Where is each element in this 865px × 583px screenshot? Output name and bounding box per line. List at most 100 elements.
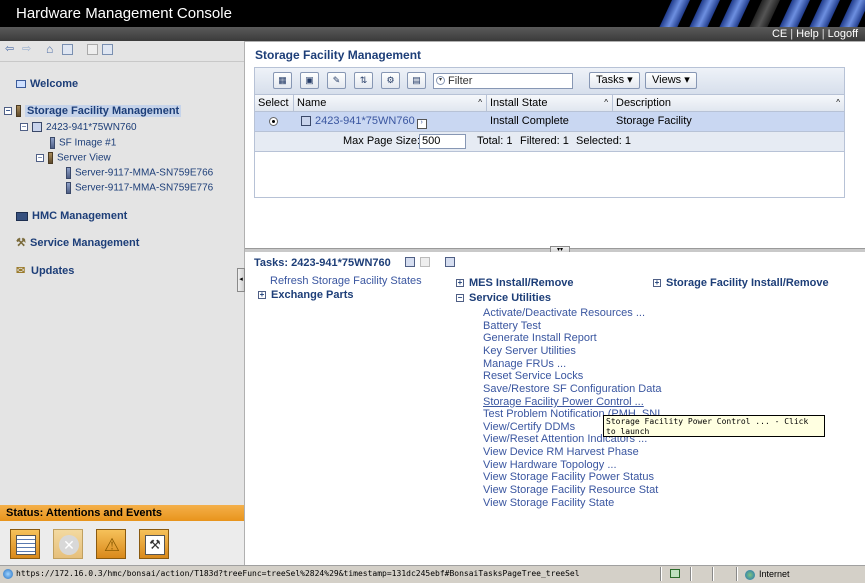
expand-icon[interactable]	[102, 44, 113, 55]
updates-icon: ✉	[16, 265, 26, 278]
expand-toggle-icon[interactable]: +	[653, 279, 661, 288]
collapse-icon[interactable]	[87, 44, 98, 55]
warning-icon[interactable]: ⚠	[96, 529, 126, 559]
selected-count: Selected: 1	[576, 135, 632, 147]
server-icon	[50, 137, 55, 149]
task-item[interactable]: View Storage Facility State	[483, 497, 614, 509]
forward-arrow-icon[interactable]: ⇨	[22, 44, 33, 55]
task-item[interactable]: Activate/Deactivate Resources ...	[483, 307, 645, 319]
nav-storage-facility-management[interactable]: − Storage Facility Management	[4, 105, 182, 118]
task-refresh-states[interactable]: Refresh Storage Facility States	[270, 275, 422, 287]
storage-facility-management-panel: Storage Facility Management ▦ ▣ ✎ ⇅ ⚙ ▤ …	[245, 41, 865, 249]
sort-caret-icon[interactable]: ^	[478, 95, 482, 111]
error-icon[interactable]: ✕	[53, 529, 83, 559]
expand-toggle-icon[interactable]: +	[456, 279, 464, 288]
tasks-view-icon[interactable]	[405, 257, 415, 267]
task-item[interactable]: Save/Restore SF Configuration Data	[483, 383, 662, 395]
select-cell[interactable]	[255, 112, 294, 131]
select-all-icon[interactable]: ▦	[273, 72, 292, 89]
context-menu-icon[interactable]: ›	[416, 119, 427, 129]
nav-service-management[interactable]: ⚒ Service Management	[16, 237, 139, 249]
total-count: Total: 1	[477, 135, 513, 147]
facility-icon	[301, 116, 311, 127]
column-install-state[interactable]: Install State ^	[487, 95, 613, 111]
sort-icon[interactable]: ⇅	[354, 72, 373, 89]
collapse-toggle-icon[interactable]: −	[20, 123, 28, 132]
service-tools-icon: ⚒	[16, 236, 26, 249]
panel-title: Storage Facility Management	[255, 48, 422, 62]
column-select[interactable]: Select	[255, 95, 294, 111]
tasks-menu-icon[interactable]	[445, 257, 455, 267]
collapse-nav-handle[interactable]: ◂	[237, 268, 245, 292]
home-icon[interactable]: ⌂	[46, 43, 57, 55]
globe-icon	[745, 569, 755, 580]
tasks-button[interactable]: Tasks ▾	[589, 72, 640, 89]
task-item[interactable]: Battery Test	[483, 320, 541, 332]
filter-input[interactable]: ▾ Filter	[433, 73, 573, 89]
max-page-size-input[interactable]: 500	[419, 134, 466, 149]
storage-icon	[16, 105, 21, 118]
task-item[interactable]: Key Server Utilities	[483, 345, 576, 357]
service-icon[interactable]: ⚒	[139, 529, 169, 559]
table-footer: Max Page Size: 500 Total: 1 Filtered: 1 …	[255, 132, 844, 152]
tasks-title: Tasks: 2423-941*75WN760	[254, 257, 391, 269]
status-header: Status: Attentions and Events	[0, 505, 244, 521]
event-list-icon[interactable]	[10, 529, 40, 559]
nav-server-item[interactable]: Server-9117-MMA-SN759E776	[66, 182, 213, 194]
status-separator	[712, 567, 714, 581]
nav-sf-image[interactable]: SF Image #1	[50, 137, 116, 149]
name-cell[interactable]: 2423-941*75WN760 ›	[294, 112, 487, 131]
deselect-all-icon[interactable]: ▣	[300, 72, 319, 89]
task-group-exchange-parts[interactable]: + Exchange Parts	[258, 289, 354, 301]
task-group-sf-install[interactable]: + Storage Facility Install/Remove	[653, 277, 829, 289]
nav-facility-node[interactable]: −2423-941*75WN760	[20, 122, 137, 133]
task-item[interactable]: Manage FRUs ...	[483, 358, 566, 370]
table-row[interactable]: 2423-941*75WN760 › Install Complete Stora…	[255, 112, 844, 132]
task-group-mes[interactable]: + MES Install/Remove	[456, 277, 574, 289]
task-item[interactable]: Reset Service Locks	[483, 370, 583, 382]
security-icon	[670, 569, 680, 578]
sort-caret-icon[interactable]: ^	[604, 95, 608, 111]
task-item[interactable]: View Hardware Topology ...	[483, 459, 617, 471]
filtered-count: Filtered: 1	[520, 135, 569, 147]
export-icon[interactable]: ▤	[407, 72, 426, 89]
logoff-link[interactable]: Logoff	[825, 28, 861, 40]
task-group-service-utilities[interactable]: − Service Utilities	[456, 292, 551, 304]
task-item[interactable]: View/Certify DDMs	[483, 421, 575, 433]
nav-welcome[interactable]: Welcome	[16, 78, 78, 90]
row-radio[interactable]	[269, 117, 278, 126]
tooltip: Storage Facility Power Control ... - Cli…	[603, 415, 825, 437]
task-item-hovered[interactable]: Storage Facility Power Control ...	[483, 396, 644, 408]
security-zone: Internet	[745, 566, 790, 582]
nav-server-view[interactable]: − Server View	[36, 152, 111, 164]
ce-link[interactable]: CE	[769, 28, 790, 40]
collapse-toggle-icon[interactable]: −	[4, 107, 12, 116]
server-icon	[66, 182, 71, 194]
task-item[interactable]: Generate Install Report	[483, 332, 597, 344]
filter-dropdown-icon[interactable]: ▾	[436, 76, 445, 85]
table-toolbar: ▦ ▣ ✎ ⇅ ⚙ ▤ ▾ Filter Tasks ▾ Views ▾	[255, 68, 844, 95]
task-item[interactable]: View Storage Facility Power Status	[483, 471, 654, 483]
install-state-cell: Install Complete	[490, 115, 569, 127]
task-item[interactable]: View Device RM Harvest Phase	[483, 446, 639, 458]
expand-toggle-icon[interactable]: +	[258, 291, 266, 300]
edit-icon[interactable]: ✎	[327, 72, 346, 89]
help-link[interactable]: Help	[793, 28, 822, 40]
configure-columns-icon[interactable]: ⚙	[381, 72, 400, 89]
nav-hmc-management[interactable]: HMC Management	[16, 210, 127, 222]
collapse-toggle-icon[interactable]: −	[36, 154, 44, 162]
column-description[interactable]: Description ^	[613, 95, 844, 111]
facility-table: ▦ ▣ ✎ ⇅ ⚙ ▤ ▾ Filter Tasks ▾ Views ▾ Sele…	[254, 67, 845, 198]
views-button[interactable]: Views ▾	[645, 72, 697, 89]
tasks-view-icon[interactable]	[420, 257, 430, 267]
nav-updates[interactable]: ✉ Updates	[16, 265, 74, 277]
back-arrow-icon[interactable]: ⇦	[5, 44, 16, 55]
tree-view-icon[interactable]	[62, 44, 73, 55]
status-separator	[736, 567, 738, 581]
status-url: https://172.16.0.3/hmc/bonsai/action/T18…	[16, 569, 580, 578]
task-item[interactable]: View Storage Facility Resource Stat	[483, 484, 658, 496]
collapse-toggle-icon[interactable]: −	[456, 294, 464, 303]
sort-caret-icon[interactable]: ^	[836, 95, 840, 111]
column-name[interactable]: Name ^	[294, 95, 487, 111]
nav-server-item[interactable]: Server-9117-MMA-SN759E766	[66, 167, 213, 179]
